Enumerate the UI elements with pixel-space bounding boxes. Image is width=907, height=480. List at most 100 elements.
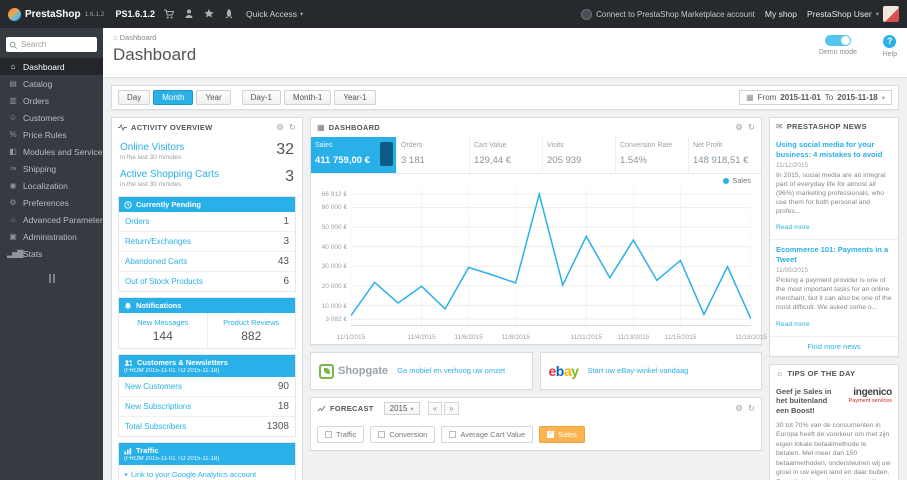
sidebar-item-advanced-parameters[interactable]: ☼ Advanced Parameters <box>0 211 103 228</box>
forecast-toggle-traffic[interactable]: Traffic <box>317 426 365 443</box>
activity-row: Abandoned Carts 43 <box>119 251 295 271</box>
kpi-sales[interactable]: Sales 411 759,00 € <box>311 137 397 173</box>
kpi-net-profit[interactable]: Net Profit 148 918,51 € <box>689 137 761 173</box>
my-shop-link[interactable]: My shop <box>765 9 797 19</box>
activity-row-label[interactable]: Abandoned Carts <box>125 257 187 266</box>
marketplace-account-link[interactable]: Connect to PrestaShop Marketplace accoun… <box>581 8 755 20</box>
sidebar-item-preferences[interactable]: ⚙ Preferences <box>0 194 103 211</box>
panel-title: Forecast <box>330 404 374 413</box>
ebay-link[interactable]: Start uw eBay-winkel vandaag <box>587 366 688 376</box>
kpi-label: Conversion Rate <box>620 142 673 149</box>
read-more-link[interactable]: Read more <box>776 321 810 328</box>
sidebar-item-label: Orders <box>23 95 49 106</box>
activity-row: Total Subscribers 1308 <box>119 416 295 436</box>
metric-sub: in the last 30 minutes <box>120 181 182 188</box>
news-article-date: 11/05/2015 <box>776 266 809 274</box>
gear-icon[interactable]: ⚙ <box>276 122 284 133</box>
cart-icon[interactable] <box>162 8 175 21</box>
rocket-icon[interactable] <box>222 8 235 21</box>
users-icon <box>124 359 133 367</box>
time-filter-bar: Day Month Year Day-1 Month-1 Year-1 ▦ From 20… <box>111 85 899 110</box>
active-carts-metric[interactable]: Active Shopping Carts in the last 30 min… <box>112 164 302 191</box>
forecast-panel: Forecast 2015 ▾ « » ⚙ ↻ <box>310 397 762 451</box>
star-icon[interactable] <box>202 8 215 21</box>
ebay-module-card: ebay Start uw eBay-winkel vandaag <box>539 352 762 390</box>
sidebar-item-catalog[interactable]: ▤ Catalog <box>0 75 103 92</box>
period-button-year-1[interactable]: Year-1 <box>334 90 376 105</box>
activity-row-label[interactable]: Orders <box>125 217 149 226</box>
checkbox-icon <box>378 431 386 438</box>
sidebar-item-price-rules[interactable]: % Price Rules <box>0 126 103 143</box>
home-icon: ⌂ <box>113 33 118 42</box>
activity-row-label[interactable]: Total Subscribers <box>125 422 186 431</box>
kpi-label: Net Profit <box>693 142 723 149</box>
period-button-day-1[interactable]: Day-1 <box>241 90 281 105</box>
sidebar-item-shipping[interactable]: ⇒ Shipping <box>0 160 103 177</box>
activity-overview-panel: Activity overview ⚙ ↻ Online Visitors in… <box>111 117 303 480</box>
year-select[interactable]: 2015 ▾ <box>383 402 420 415</box>
sidebar-item-localization[interactable]: ◉ Localization <box>0 177 103 194</box>
sidebar-item-stats[interactable]: ▂▅▇ Stats <box>0 245 103 262</box>
ingenico-logo: ingenico Payment services <box>849 387 893 416</box>
legend-dot-icon <box>723 177 730 184</box>
dashboard-grid-icon: ▦ <box>317 123 325 132</box>
refresh-icon[interactable]: ↻ <box>748 122 755 133</box>
notification-col-product-reviews[interactable]: Product Reviews 882 <box>206 313 296 348</box>
demo-mode-toggle[interactable]: Demo mode <box>819 35 857 56</box>
period-button-month-1[interactable]: Month-1 <box>283 90 332 105</box>
refresh-icon[interactable]: ↻ <box>289 122 296 133</box>
sidebar-item-orders[interactable]: ▥ Orders <box>0 92 103 109</box>
calendar-icon: ▦ <box>746 93 754 102</box>
sidebar-item-modules-and-services[interactable]: ◧ Modules and Services <box>0 143 103 160</box>
activity-row-label[interactable]: Out of Stock Products <box>125 277 203 286</box>
quick-access-menu[interactable]: Quick Access ▾ <box>246 9 303 19</box>
period-button-year[interactable]: Year <box>196 90 231 105</box>
leaf-icon <box>319 363 334 379</box>
kpi-value: 3 181 <box>401 155 425 166</box>
profile-icon[interactable] <box>182 8 195 21</box>
date-to-value: 2015-11-18 <box>837 93 878 102</box>
shopgate-link[interactable]: Ga mobiel en verhoog uw omzet <box>397 366 505 376</box>
forecast-toggle-average-cart-value[interactable]: Average Cart Value <box>441 426 534 443</box>
kpi-conversion-rate[interactable]: Conversion Rate 1.54% <box>616 137 689 173</box>
kpi-visits[interactable]: Visits 205 939 <box>543 137 616 173</box>
gear-icon[interactable]: ⚙ <box>735 122 743 133</box>
period-button-day[interactable]: Day <box>118 90 151 105</box>
notification-col-new-messages[interactable]: New Messages 144 <box>119 313 207 348</box>
read-more-link[interactable]: Read more <box>776 224 810 231</box>
news-article-title[interactable]: Ecommerce 101: Payments in a Tweet <box>776 245 892 265</box>
prev-year-button[interactable]: « <box>427 402 443 415</box>
online-visitors-metric[interactable]: Online Visitors in the last 30 minutes 3… <box>112 137 302 164</box>
news-article-title[interactable]: Using social media for your business: 4 … <box>776 140 892 160</box>
checkbox-icon <box>449 431 457 438</box>
forecast-toggle-conversion[interactable]: Conversion <box>370 426 436 443</box>
kpi-cart-value[interactable]: Cart Value 129,44 € <box>470 137 543 173</box>
date-range-picker[interactable]: ▦ From 2015-11-01 To 2015-11-18 ▾ <box>739 90 892 105</box>
gear-icon[interactable]: ⚙ <box>735 403 743 414</box>
kpi-orders[interactable]: Orders 3 181 <box>397 137 470 173</box>
sidebar-item-administration[interactable]: ▣ Administration <box>0 228 103 245</box>
sidebar-item-customers[interactable]: ☺ Customers <box>0 109 103 126</box>
toggle-on-icon[interactable] <box>824 35 851 46</box>
collapse-sidebar-button[interactable] <box>0 274 103 283</box>
next-year-button[interactable]: » <box>444 402 459 415</box>
activity-row: New Customers 90 <box>119 377 295 396</box>
refresh-icon[interactable]: ↻ <box>748 403 755 414</box>
activity-row-label[interactable]: Return/Exchanges <box>125 237 191 246</box>
prestashop-logo[interactable]: PrestaShop 1.6.1.2 <box>8 7 104 21</box>
user-menu[interactable]: PrestaShop User ▾ <box>807 6 899 22</box>
sidebar-item-dashboard[interactable]: ⌂ Dashboard <box>0 58 103 75</box>
activity-row-label[interactable]: New Customers <box>125 382 182 391</box>
forecast-toggles: Traffic Conversion Average Cart Value Sales <box>311 419 761 450</box>
google-analytics-link[interactable]: ▸ Link to your Google Analytics account <box>119 465 295 480</box>
period-button-month[interactable]: Month <box>153 90 194 105</box>
activity-row-label[interactable]: New Subscriptions <box>125 402 191 411</box>
sidebar-item-label: Customers <box>23 112 65 123</box>
help-button[interactable]: ? Help <box>883 35 897 58</box>
advanced-parameters-icon: ☼ <box>9 215 16 224</box>
google-analytics-label: Link to your Google Analytics account <box>131 470 257 479</box>
forecast-toggle-label: Average Cart Value <box>460 430 526 439</box>
search-input[interactable] <box>6 37 97 52</box>
find-more-news-link[interactable]: Find more news <box>770 337 898 356</box>
forecast-toggle-sales[interactable]: Sales <box>539 426 585 443</box>
